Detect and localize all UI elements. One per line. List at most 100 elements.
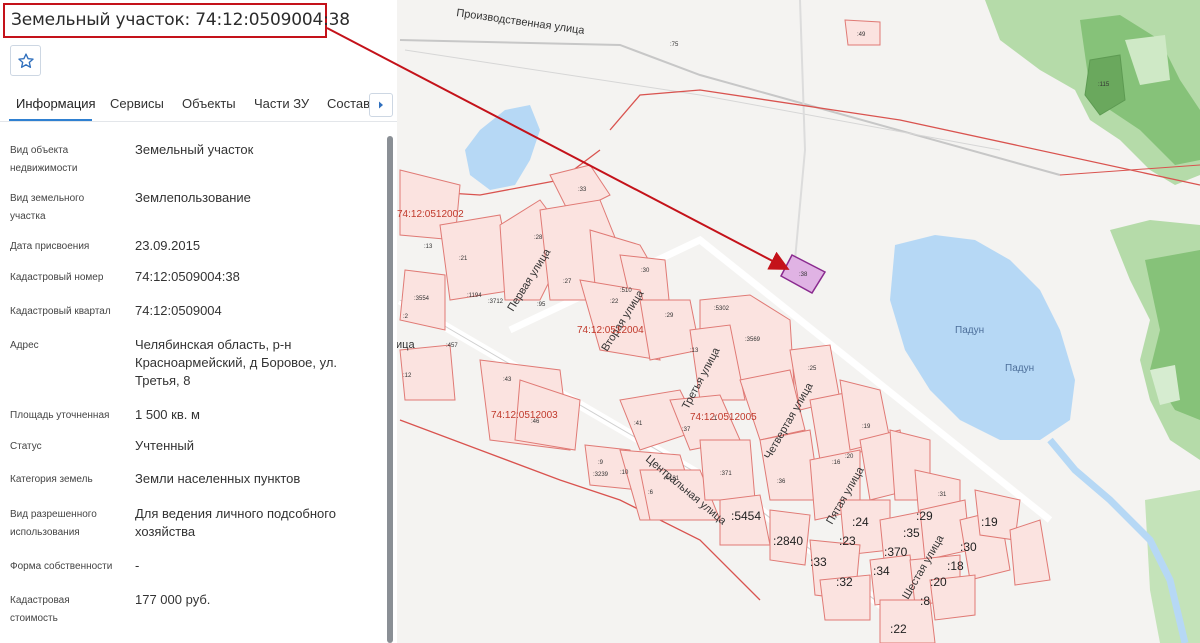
parcel-label: :24: [852, 515, 869, 529]
value-cadastral-quarter: 74:12:0509004: [135, 303, 222, 318]
parcel-label: :4121: [664, 476, 680, 482]
info-panel: Земельный участок: 74:12:0509004:38 Инфо…: [0, 0, 397, 643]
scrollbar-thumb[interactable]: [387, 136, 393, 643]
value-address: Челябинская область, р-н Красноармейский…: [135, 337, 338, 388]
parcel-label: :49: [857, 32, 866, 38]
parcel-label: :18: [947, 559, 964, 573]
parcel-label: :28: [534, 235, 543, 241]
label-cadastral-value: Кадастровая стоимость: [10, 595, 70, 624]
pond: [465, 105, 540, 190]
parcel-label: :13: [690, 348, 699, 354]
parcel-label: :13: [424, 244, 433, 250]
map-view[interactable]: Производственная улица Первая улица Втор…: [397, 0, 1200, 643]
tab-composition[interactable]: Состав: [327, 96, 370, 111]
tab-information[interactable]: Информация: [16, 96, 96, 111]
parcel-label: :38: [799, 272, 808, 278]
quarter-label: 74:12:0512004: [577, 325, 644, 336]
value-cadastral-number: 74:12:0509004:38: [135, 269, 240, 284]
parcel-label: :23: [839, 534, 856, 548]
parcel-label: :19: [862, 424, 871, 430]
parcel-label: :20: [930, 575, 947, 589]
label-object-type: Вид объекта недвижимости: [10, 145, 78, 174]
parcel-label: :33: [810, 555, 827, 569]
label-area: Площадь уточненная: [10, 410, 110, 421]
parcel-label: :370: [884, 545, 908, 559]
parcel-label: :3569: [745, 337, 761, 343]
value-parcel-type: Землепользование: [135, 190, 251, 205]
active-tab-indicator: [9, 119, 92, 121]
parcel-label: :22: [610, 299, 619, 305]
tab-bar: Информация Сервисы Объекты Части ЗУ Сост…: [0, 86, 397, 122]
tab-services[interactable]: Сервисы: [110, 96, 164, 111]
parcel-label: :29: [665, 313, 674, 319]
tab-parts[interactable]: Части ЗУ: [254, 96, 309, 111]
parcel-label: :30: [960, 540, 977, 554]
parcel-label: :1194: [467, 293, 482, 299]
quarter-label: 74:12:0512005: [690, 412, 757, 423]
value-status: Учтенный: [135, 438, 195, 453]
parcel-label: :16: [832, 460, 841, 466]
parcel-label: :32: [836, 575, 853, 589]
value-permitted-use: Для ведения личного подсобного хозяйства: [135, 506, 336, 539]
parcel-label: :10: [620, 470, 629, 476]
parcel-label: :46: [531, 419, 540, 425]
label-land-category: Категория земель: [10, 474, 93, 485]
page-title: Земельный участок: 74:12:0509004:38: [11, 10, 350, 30]
parcel-label: :3554: [414, 296, 430, 302]
star-outline-icon: [17, 52, 34, 68]
parcel-label: :457: [446, 343, 458, 349]
parcel-label: :29: [916, 509, 933, 523]
lake-label: Падун: [1005, 363, 1034, 374]
tabs-scroll-right-button[interactable]: [369, 93, 393, 117]
road: [794, 0, 807, 261]
parcel-label: :21: [459, 256, 468, 262]
parcel-label: :19: [981, 515, 998, 529]
parcel-label: :9: [598, 460, 604, 466]
tab-objects[interactable]: Объекты: [182, 96, 236, 111]
label-cadastral-number: Кадастровый номер: [10, 272, 104, 283]
quarter-label: 74:12:0512002: [397, 209, 464, 220]
parcel-label: :41: [634, 421, 643, 427]
parcel-label: :35: [903, 526, 920, 540]
parcel-label: :75: [670, 42, 679, 48]
parcel-label: :25: [808, 366, 817, 372]
parcel-label: :115: [1098, 82, 1110, 88]
lake-label: Падун: [955, 325, 984, 336]
parcel-label: :2: [403, 314, 409, 320]
favorite-button[interactable]: [10, 45, 41, 76]
title-highlight-box: Земельный участок: 74:12:0509004:38: [3, 3, 350, 38]
parcel-label: :371: [720, 471, 732, 477]
value-area: 1 500 кв. м: [135, 407, 200, 422]
value-assign-date: 23.09.2015: [135, 238, 201, 253]
parcel-label: :30: [641, 268, 650, 274]
parcel-label: :3239: [593, 472, 609, 478]
quarter-label: 74:12:0512003: [491, 410, 558, 421]
parcel-label: :43: [503, 377, 512, 383]
parcel-label: :27: [563, 279, 572, 285]
parcel-label: :20: [845, 454, 854, 460]
label-status: Статус: [10, 441, 42, 452]
street-label: Производственная улица: [456, 7, 587, 37]
label-address: Адрес: [10, 340, 39, 351]
forest-area: [1145, 490, 1200, 643]
parcel-label: :12: [403, 373, 412, 379]
parcel-label: :2840: [773, 534, 803, 548]
parcel-label: :5302: [714, 306, 730, 312]
parcel-label: :36: [777, 479, 786, 485]
lake-padun: [890, 235, 1075, 440]
map-canvas[interactable]: Производственная улица Первая улица Втор…: [397, 0, 1200, 643]
value-object-type: Земельный участок: [135, 142, 254, 157]
label-ownership: Форма собственности: [10, 561, 113, 572]
parcel-label: :8: [920, 594, 930, 608]
chevron-right-icon: [379, 101, 383, 109]
parcel-label: :34: [873, 564, 890, 578]
parcel-label: :33: [578, 187, 587, 193]
parcel-label: :510: [620, 288, 632, 294]
label-parcel-type: Вид земельного участка: [10, 193, 85, 222]
value-cadastral-value: 177 000 руб.: [135, 592, 211, 607]
parcel-label: :22: [890, 622, 907, 636]
parcel-label: :1: [712, 416, 718, 422]
parcel-label: :37: [682, 427, 691, 433]
parcel-label: :95: [537, 302, 546, 308]
parcel-label: :5454: [731, 509, 761, 523]
